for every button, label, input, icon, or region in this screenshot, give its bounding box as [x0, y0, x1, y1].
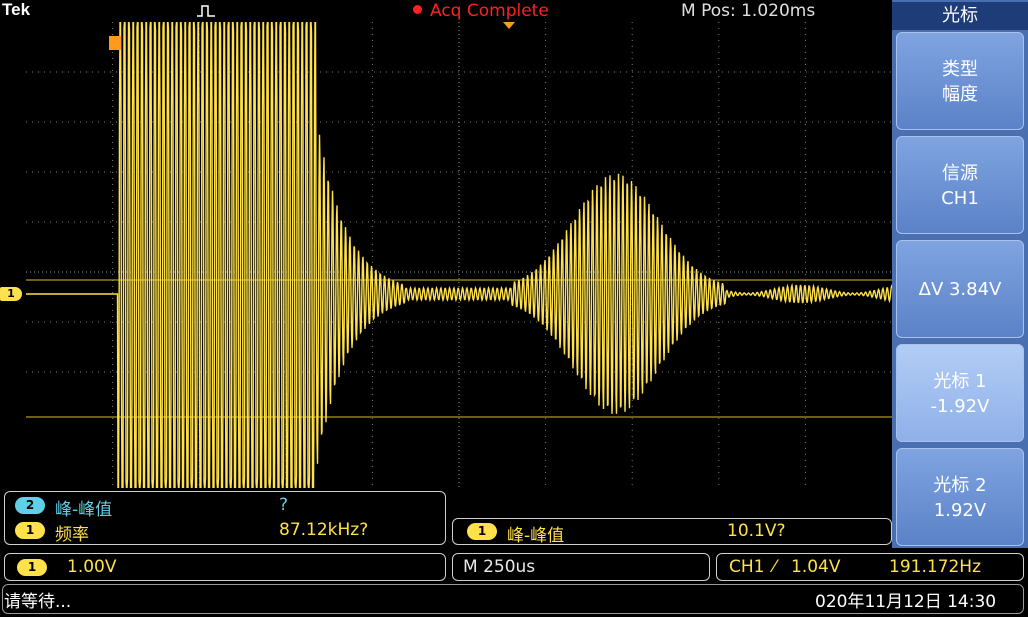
ch1-badge: 1: [17, 559, 47, 576]
side-menu-title: 光标: [892, 2, 1028, 30]
ch1-scale-box[interactable]: 1 1.00V: [4, 553, 446, 581]
trigger-source: CH1: [729, 557, 765, 577]
cursor-2-label: 光标 2: [933, 475, 987, 496]
ch1-ground-marker[interactable]: 1: [0, 287, 22, 301]
brand-logo: Tek: [2, 0, 31, 19]
trigger-frequency: 191.172Hz: [889, 557, 982, 577]
cursor-1-button[interactable]: 光标 1 -1.92V: [896, 344, 1024, 442]
trigger-box[interactable]: CH1 ⁄ 1.04V 191.172Hz: [716, 553, 1024, 581]
graticule: [26, 22, 892, 488]
date-time: 020年11月12日 14:30: [815, 592, 997, 612]
ch1-badge: 1: [467, 523, 497, 540]
timebase-box[interactable]: M 250us: [452, 553, 710, 581]
pulse-trigger-icon: [197, 5, 215, 17]
acquisition-dot-icon: [413, 5, 422, 14]
measurement-value: 10.1V?: [727, 521, 786, 541]
measurement-panel-left[interactable]: 2 峰-峰值 ? 1 频率 87.12kHz?: [4, 491, 446, 545]
horizontal-position-readout: M Pos: 1.020ms: [681, 1, 816, 21]
delta-v-label: ΔV 3.84V: [918, 279, 1002, 300]
ch1-vertical-scale: 1.00V: [67, 557, 117, 577]
measurement-name: 峰-峰值: [55, 500, 113, 520]
acquisition-status: Acq Complete: [430, 1, 549, 21]
measurement-panel-right[interactable]: 1 峰-峰值 10.1V?: [452, 518, 892, 546]
top-status-bar: Tek Acq Complete M Pos: 1.020ms: [0, 0, 892, 22]
delta-v-readout-button[interactable]: ΔV 3.84V: [896, 240, 1024, 338]
cursor-1-value: -1.92V: [930, 396, 990, 417]
ch1-badge: 1: [15, 522, 45, 539]
trigger-point-marker-icon: [109, 36, 121, 50]
timebase-readout: M 250us: [463, 557, 536, 577]
cursor-2-value: 1.92V: [933, 500, 987, 521]
status-message: 请等待...: [4, 592, 72, 612]
cursor-type-label: 类型: [942, 59, 978, 80]
cursor-2-button[interactable]: 光标 2 1.92V: [896, 448, 1024, 546]
trigger-slope-icon: ⁄: [773, 557, 776, 577]
cursor-type-button[interactable]: 类型 幅度: [896, 32, 1024, 130]
cursor-source-value: CH1: [941, 188, 979, 209]
cursor-type-value: 幅度: [942, 84, 978, 105]
ch2-badge: 2: [15, 497, 45, 514]
measurement-name: 频率: [55, 525, 89, 545]
measurement-value: 87.12kHz?: [279, 520, 369, 540]
cursor-1-label: 光标 1: [933, 371, 987, 392]
measurement-name: 峰-峰值: [507, 526, 565, 546]
cursor-source-label: 信源: [942, 163, 978, 184]
trigger-level: 1.04V: [791, 557, 841, 577]
cursor-side-menu: 光标 类型 幅度 信源 CH1 ΔV 3.84V 光标 1 -1.92V 光标 …: [892, 0, 1028, 548]
measurement-value: ?: [279, 495, 289, 515]
waveform-display[interactable]: [26, 22, 892, 488]
cursor-source-button[interactable]: 信源 CH1: [896, 136, 1024, 234]
